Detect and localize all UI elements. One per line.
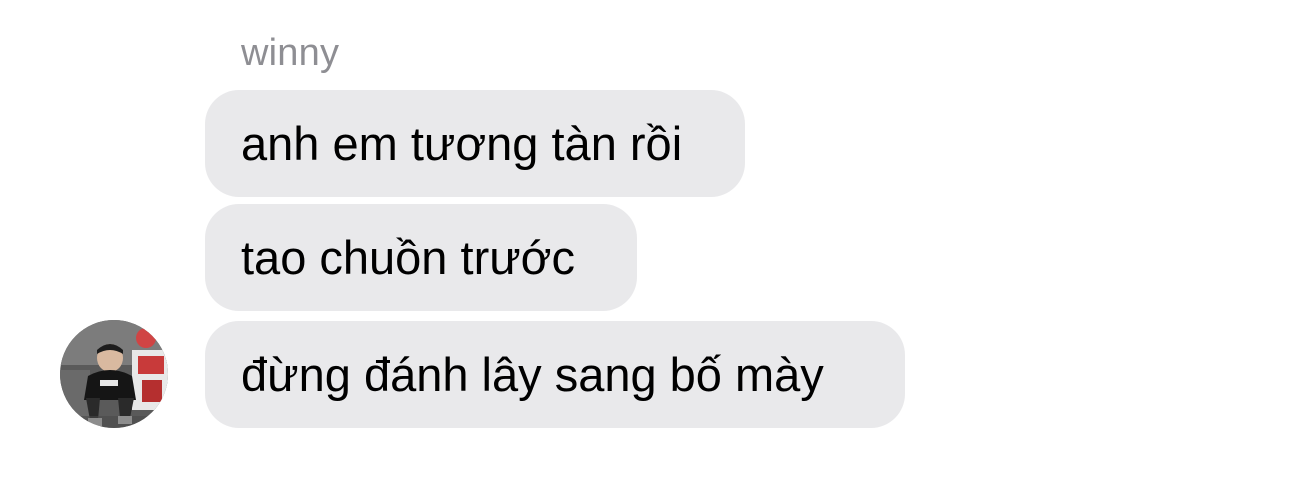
message-text: anh em tương tàn rồi <box>241 117 683 170</box>
sender-avatar[interactable] <box>60 320 168 428</box>
message-bubble[interactable]: anh em tương tàn rồi <box>205 90 745 197</box>
message-text: đừng đánh lây sang bố mày <box>241 348 824 401</box>
message-text: tao chuồn trước <box>241 231 576 284</box>
message-bubble[interactable]: tao chuồn trước <box>205 204 637 311</box>
user-photo-avatar-icon <box>60 320 168 428</box>
sender-name: winny <box>241 32 340 74</box>
message-bubble[interactable]: đừng đánh lây sang bố mày <box>205 321 905 428</box>
